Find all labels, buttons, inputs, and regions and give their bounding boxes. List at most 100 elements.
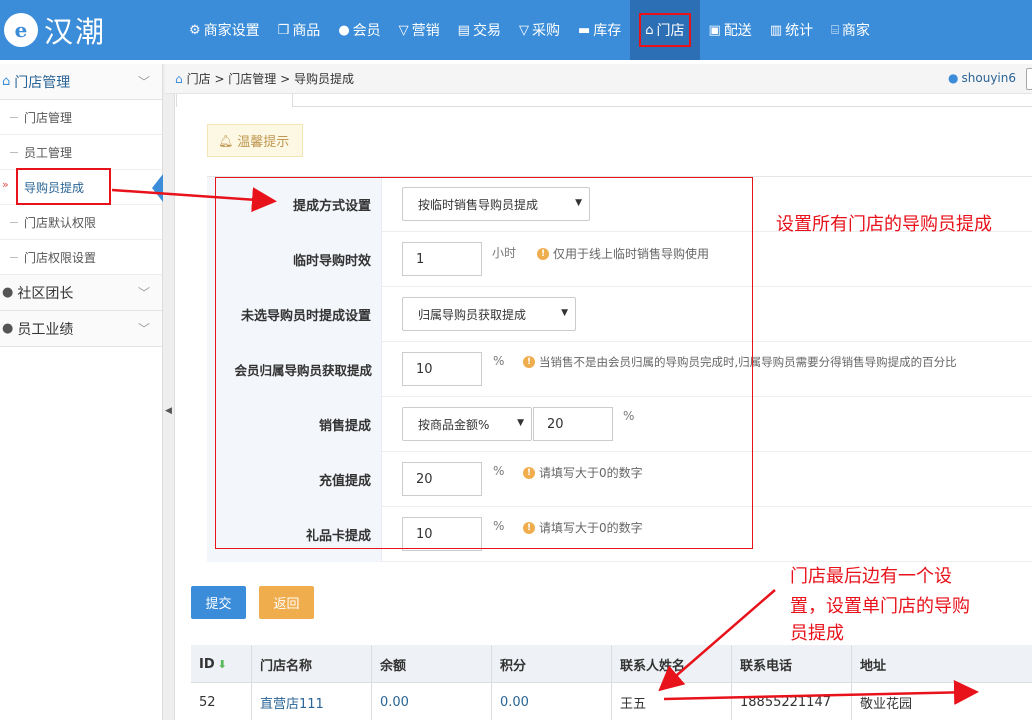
- cell-phone: 18855221147: [731, 683, 851, 720]
- annotation-note-single-store-3: 员提成: [790, 623, 844, 644]
- nav-trade[interactable]: ▤ 交易: [449, 0, 510, 60]
- nav-marketing[interactable]: ▽ 营销: [390, 0, 449, 60]
- col-id[interactable]: ID ⬇: [191, 645, 251, 683]
- tree-line: [10, 117, 18, 118]
- nav-store[interactable]: ⌂ 门店: [630, 0, 700, 60]
- nav-label: 门店: [656, 23, 685, 39]
- sidebar-item-store-management[interactable]: 门店管理: [0, 100, 162, 135]
- nav-label: 统计: [785, 23, 814, 39]
- cell-store-name-link[interactable]: 直营店111: [251, 683, 371, 720]
- hint-label: 仅用于线上临时销售导购使用: [553, 247, 710, 261]
- nav-statistics[interactable]: ▥ 统计: [761, 0, 822, 60]
- sidebar-item-label: 门店默认权限: [24, 215, 97, 230]
- cell-points-link[interactable]: 0.00: [491, 683, 611, 720]
- logo-mark-icon: e: [4, 13, 38, 47]
- temp-duration-input[interactable]: 1: [402, 242, 482, 276]
- user-menu[interactable]: ● shouyin6: [948, 71, 1016, 85]
- field-label: 销售提成: [207, 397, 382, 452]
- nav-inventory[interactable]: ▬ 库存: [569, 0, 630, 60]
- header-label: ID: [199, 656, 215, 672]
- field-label: 临时导购时效: [207, 232, 382, 287]
- annotation-note-single-store-1: 门店最后边有一个设: [790, 566, 952, 587]
- home-icon: ⌂: [645, 22, 654, 38]
- hint-label: 当销售不是由会员归属的导购员完成时,归属导购员需要分得销售导购提成的百分比: [539, 355, 957, 369]
- nav-label: 库存: [593, 23, 622, 39]
- nav-label: 商品: [292, 23, 321, 39]
- sidebar-section-staff-performance[interactable]: ● 员工业绩 ﹀: [0, 311, 162, 347]
- sidebar-section-label: 门店管理: [14, 74, 71, 91]
- nav-members[interactable]: ● 会员: [329, 0, 389, 60]
- breadcrumb-text: 门店 > 门店管理 > 导购员提成: [186, 72, 354, 86]
- caret-left-icon: ◀: [165, 406, 172, 416]
- tab-strip: [176, 94, 1032, 107]
- form-row-temp-duration: 临时导购时效 1 小时 ! 仅用于线上临时销售导购使用: [207, 232, 1032, 287]
- top-navbar: e 汉潮 ⚙ 商家设置 ❒ 商品 ● 会员 ▽ 营销 ▤ 交易 ▽ 采购 ▬ 库存 ⌂ 门店 ▣…: [0, 0, 1032, 60]
- warning-icon: !: [537, 247, 549, 260]
- cube-icon: ❒: [277, 22, 290, 38]
- nav-products[interactable]: ❒ 商品: [269, 0, 330, 60]
- nav-label: 交易: [472, 23, 501, 39]
- user-dropdown-edge[interactable]: [1026, 68, 1032, 90]
- submit-button[interactable]: 提交: [191, 586, 246, 619]
- col-store-name: 门店名称: [251, 645, 371, 683]
- truck-icon: ▣: [708, 22, 721, 38]
- brand-logo[interactable]: e 汉潮: [0, 0, 165, 60]
- form-row-recharge: 充值提成 20 % ! 请填写大于0的数字: [207, 452, 1032, 507]
- caret-down-icon: ▼: [561, 308, 568, 318]
- member-commission-input[interactable]: 10: [402, 352, 482, 386]
- double-chevron-right-icon: »: [2, 178, 9, 191]
- nav-label: 采购: [531, 23, 560, 39]
- form-row-unselected: 未选导购员时提成设置 归属导购员获取提成 ▼: [207, 287, 1032, 342]
- col-balance: 余额: [371, 645, 491, 683]
- gift-card-commission-input[interactable]: 10: [402, 517, 482, 551]
- sidebar-item-label: 门店权限设置: [24, 250, 97, 265]
- unit-label: 小时: [492, 246, 517, 260]
- sidebar-section-store[interactable]: ⌂ 门店管理 ﹀: [0, 64, 162, 100]
- store-table: ID ⬇ 门店名称 余额 积分 联系人姓名 联系电话 地址 52 直营店111 0…: [191, 645, 1032, 720]
- caret-down-icon: ▼: [575, 198, 582, 208]
- tree-line: [10, 257, 18, 258]
- field-label: 未选导购员时提成设置: [207, 287, 382, 342]
- table-header-row: ID ⬇ 门店名称 余额 积分 联系人姓名 联系电话 地址: [191, 645, 1032, 683]
- sidebar-collapse-toggle[interactable]: ◀: [163, 64, 175, 720]
- sidebar-section-label: 社区团长: [17, 285, 74, 302]
- main-content: 🔔︎ 温馨提示 提成方式设置 按临时销售导购员提成 ▼ 临时导购时效 1 小时 ! 仅…: [176, 94, 1032, 720]
- caret-down-icon: ▼: [517, 418, 524, 428]
- cell-id: 52: [199, 694, 216, 710]
- nav-merchant[interactable]: ⌸ 商家: [822, 0, 879, 60]
- unit-label: %: [493, 354, 505, 368]
- col-points: 积分: [491, 645, 611, 683]
- sidebar-section-label: 员工业绩: [17, 321, 74, 338]
- sidebar-item-default-permissions[interactable]: 门店默认权限: [0, 205, 162, 240]
- sidebar-item-staff-management[interactable]: 员工管理: [0, 135, 162, 170]
- unselected-select[interactable]: 归属导购员获取提成 ▼: [402, 297, 576, 331]
- sort-download-icon: ⬇: [217, 657, 227, 671]
- field-label: 会员归属导购员获取提成: [207, 342, 382, 397]
- cell-balance-link[interactable]: 0.00: [371, 683, 491, 720]
- hint-text: ! 当销售不是由会员归属的导购员完成时,归属导购员需要分得销售导购提成的百分比: [523, 354, 957, 370]
- cell-address: 敬业花园: [851, 683, 1032, 720]
- nav-delivery[interactable]: ▣ 配送: [700, 0, 761, 60]
- nav-merchant-settings[interactable]: ⚙ 商家设置: [180, 0, 269, 60]
- annotation-note-all-stores: 设置所有门店的导购员提成: [776, 214, 992, 235]
- sidebar-item-guide-commission[interactable]: » 导购员提成: [0, 168, 162, 205]
- hint-label: 请填写大于0的数字: [539, 521, 643, 535]
- sales-commission-input[interactable]: 20: [533, 407, 613, 441]
- breadcrumb: ⌂ 门店 > 门店管理 > 导购员提成 ● shouyin6: [165, 64, 1032, 94]
- sidebar-item-permission-settings[interactable]: 门店权限设置: [0, 240, 162, 275]
- tree-line: [10, 222, 18, 223]
- form-row-sales: 销售提成 按商品金额% ▼ 20 %: [207, 397, 1032, 452]
- nav-purchase[interactable]: ▽ 采购: [510, 0, 569, 60]
- receipt-icon: ▤: [457, 22, 470, 38]
- sidebar-section-community[interactable]: ● 社区团长 ﹀: [0, 275, 162, 311]
- back-button[interactable]: 返回: [259, 586, 314, 619]
- recharge-commission-input[interactable]: 20: [402, 462, 482, 496]
- sales-mode-select[interactable]: 按商品金额% ▼: [402, 407, 532, 441]
- tab-active[interactable]: [176, 94, 293, 107]
- chevron-down-icon: ﹀: [137, 75, 150, 89]
- form-row-gift-card: 礼品卡提成 10 % ! 请填写大于0的数字: [207, 507, 1032, 562]
- field-label: 礼品卡提成: [207, 507, 382, 562]
- method-select[interactable]: 按临时销售导购员提成 ▼: [402, 187, 590, 221]
- user-icon: ●: [948, 71, 959, 85]
- field-label: 充值提成: [207, 452, 382, 507]
